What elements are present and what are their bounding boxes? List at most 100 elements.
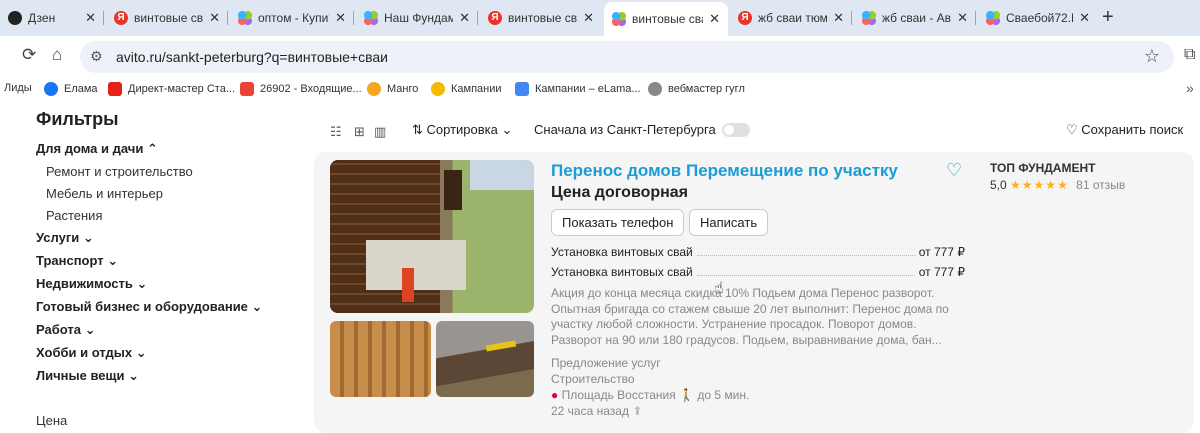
category-business[interactable]: Готовый бизнес и оборудование ⌄ [36,299,262,315]
close-icon[interactable]: ✕ [583,10,594,26]
tab-2[interactable]: оптом - Купить ✕ [230,4,354,32]
address-bar[interactable]: ⚙ avito.ru/sankt-peterburg?q=винтовые+св… [80,41,1174,73]
yandex-icon: Я [488,11,502,25]
tab-8[interactable]: Сваебой72.РФ ✕ [978,4,1098,32]
map-view-icon[interactable]: ▥ [374,124,386,140]
bookmark-7[interactable]: вебмастер гугл [648,82,745,96]
subcategory-furniture[interactable]: Мебель и интерьер [46,186,163,201]
seller-name[interactable]: ТОП ФУНДАМЕНТ [990,161,1095,175]
save-search-label: Сохранить поиск [1081,122,1184,137]
category-jobs[interactable]: Работа ⌄ [36,322,96,338]
tab-title: Наш Фундамент [384,11,454,25]
reviews-count: 81 отзыв [1076,178,1126,192]
bookmark-star-icon[interactable]: ☆ [1144,46,1160,67]
close-icon[interactable]: ✕ [209,10,220,26]
close-icon[interactable]: ✕ [833,10,844,26]
avito-icon [364,11,378,25]
chevron-down-icon: ⌄ [84,322,96,337]
spb-first-toggle[interactable] [722,123,750,137]
service-name: Установка винтовых свай [551,245,693,259]
show-phone-button[interactable]: Показать телефон [551,209,685,236]
chevron-down-icon: ⌄ [251,299,263,314]
close-icon[interactable]: ✕ [1079,10,1090,26]
promoted-arrow-icon: ⬆ [632,404,643,418]
tab-title: винтовые сваи [134,11,203,25]
favorite-heart-icon[interactable]: ♡ [946,160,962,181]
bookmark-5[interactable]: Кампании [431,82,502,96]
gmail-icon [240,82,254,96]
tab-1[interactable]: Я винтовые сваи ✕ [106,4,228,32]
hand-cursor-icon: ☝ [714,280,724,297]
avito-icon [612,12,626,26]
tab-title: винтовые сваи [508,11,577,25]
bookmark-1[interactable]: Елама [44,82,98,96]
star-icon: ★★★★★ [1010,178,1069,192]
bookmark-label: 26902 - Входящие... [260,83,362,95]
close-icon[interactable]: ✕ [459,10,470,26]
bookmark-6[interactable]: Кампании – eLama... [515,82,641,96]
avito-icon [238,11,252,25]
bookmark-0[interactable]: Лиды [4,82,32,94]
category-personal[interactable]: Личные вещи ⌄ [36,368,139,384]
listing-description: Акция до конца месяца скидка 10% Подьем … [551,286,949,347]
tab-strip: Дзен ✕ Я винтовые сваи ✕ оптом - Купить … [0,0,1200,36]
tab-title: жб сваи - Авито [882,11,952,25]
metro-station: Площадь Восстания [561,388,676,402]
tab-3[interactable]: Наш Фундамент ✕ [356,4,478,32]
tab-0[interactable]: Дзен ✕ [0,4,104,32]
category-realty[interactable]: Недвижимость ⌄ [36,276,147,292]
category-transport[interactable]: Транспорт ⌄ [36,253,118,269]
tab-6[interactable]: Я жб сваи тюмень ✕ [730,4,852,32]
site-settings-icon[interactable]: ⚙ [90,48,103,65]
close-icon[interactable]: ✕ [957,10,968,26]
close-icon[interactable]: ✕ [709,11,720,27]
filters-title: Фильтры [36,109,119,129]
bookmark-3[interactable]: 26902 - Входящие... [240,82,362,96]
close-icon[interactable]: ✕ [335,10,346,26]
extensions-icon[interactable]: ⧉ [1184,46,1195,64]
bookmark-2[interactable]: Директ-мастер Ста... [108,82,235,96]
category-home[interactable]: Для дома и дачи ⌃ [36,141,158,157]
avito-icon [862,11,876,25]
tab-4[interactable]: Я винтовые сваи ✕ [480,4,602,32]
category-label: Хобби и отдых [36,345,133,360]
category-services[interactable]: Услуги ⌄ [36,230,94,246]
elama-icon [44,82,58,96]
new-tab-icon[interactable]: + [1102,6,1114,29]
yandex-icon: Я [738,11,752,25]
subcategory-repair[interactable]: Ремонт и строительство [46,164,193,179]
seller-rating[interactable]: 5,0 ★★★★★ 81 отзыв [990,178,1125,192]
tab-5-active[interactable]: винтовые сваи ✕ [604,2,728,36]
metro-dot-icon: ● [551,388,559,402]
more-bookmarks-icon[interactable]: » [1186,80,1194,96]
page-content: Фильтры Для дома и дачи ⌃ Ремонт и строи… [0,102,1200,433]
save-search-button[interactable]: ♡ Сохранить поиск [1066,122,1183,138]
bookmarks-bar: Лиды Елама Директ-мастер Ста... 26902 - … [0,78,1200,102]
subcategory-plants[interactable]: Растения [46,208,103,223]
category-label: Работа [36,322,81,337]
grid-view-icon[interactable]: ⊞ [354,124,365,140]
listing-photo-2[interactable] [330,321,431,397]
listing-title[interactable]: Перенос домов Перемещение по участку [551,161,898,181]
bookmark-label: вебмастер гугл [668,83,745,95]
reload-icon[interactable]: ⟳ [22,45,36,65]
list-view-icon[interactable]: ☷ [330,124,342,140]
listing-photo-3[interactable] [436,321,534,397]
url-text[interactable]: avito.ru/sankt-peterburg?q=винтовые+сваи [116,49,388,65]
bookmark-4[interactable]: Манго [367,82,418,96]
service-row: Установка винтовых свай от 777 ₽ [551,245,965,259]
chevron-down-icon: ⌄ [128,368,139,383]
category-label: Личные вещи [36,368,125,383]
category-hobby[interactable]: Хобби и отдых ⌄ [36,345,147,361]
close-icon[interactable]: ✕ [85,10,96,26]
tab-7[interactable]: жб сваи - Авито ✕ [854,4,976,32]
price-filter-heading: Цена [36,413,68,428]
listing-card[interactable]: Перенос домов Перемещение по участку ♡ Ц… [314,152,1194,433]
listing-main-photo[interactable] [330,160,534,313]
walk-time: до 5 мин. [697,388,750,402]
home-icon[interactable]: ⌂ [52,45,62,65]
tab-title: жб сваи тюмень [758,11,828,25]
write-button[interactable]: Написать [689,209,769,236]
sort-label: Сортировка [426,122,498,137]
sort-dropdown[interactable]: ⇅ Сортировка ⌄ [412,122,512,138]
